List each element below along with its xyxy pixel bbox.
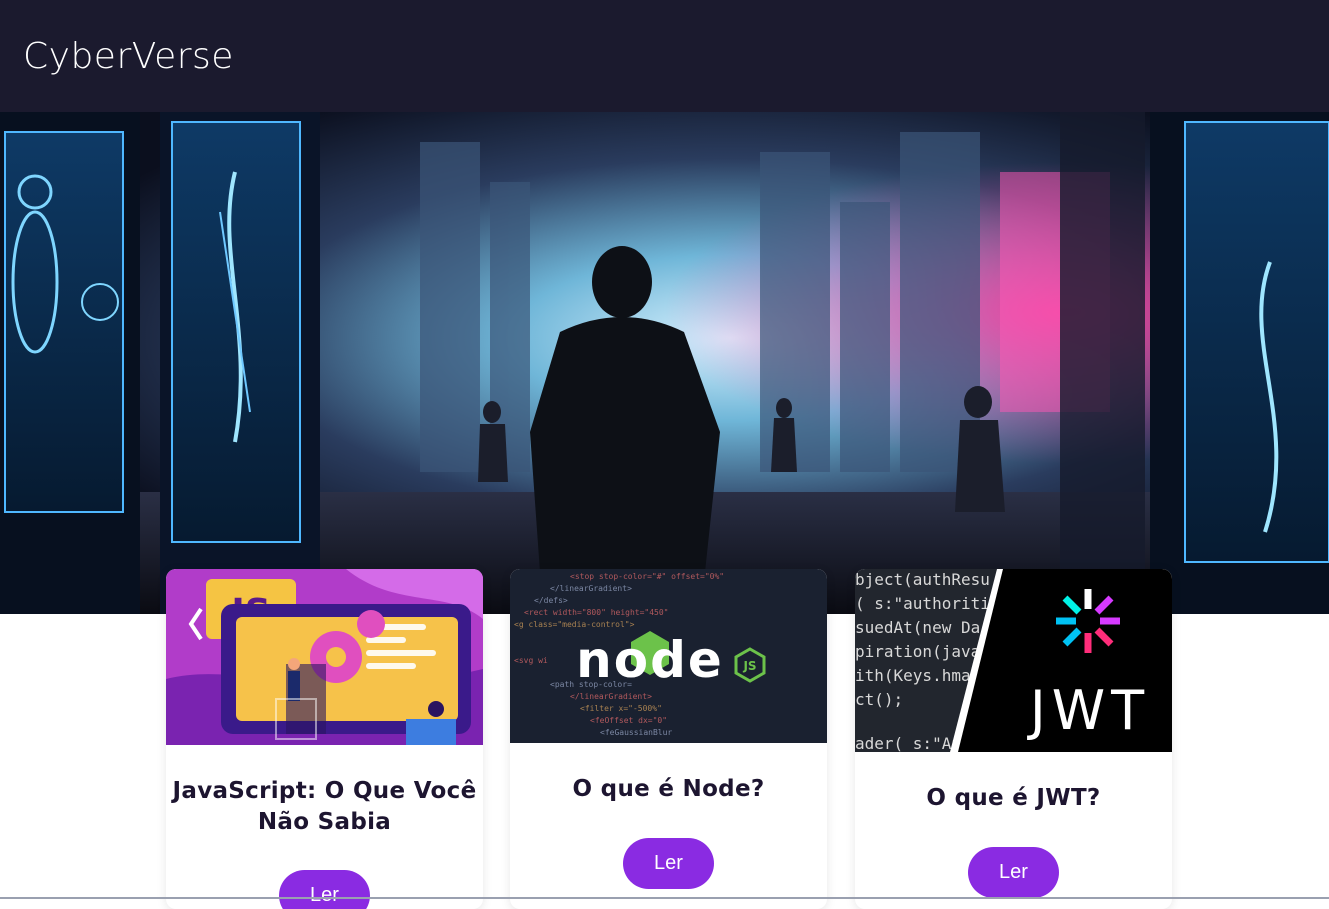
- cyberpunk-city-illustration: [0, 112, 1329, 614]
- svg-text:piration(java: piration(java: [855, 642, 980, 661]
- card-image-javascript: JS: [166, 569, 483, 745]
- svg-text:ader( s:"Au: ader( s:"Au: [855, 734, 961, 752]
- svg-text:bject(authResu: bject(authResu: [855, 570, 990, 589]
- svg-text:<feOffset dx="0": <feOffset dx="0": [590, 716, 667, 725]
- svg-text:( s:"authoriti: ( s:"authoriti: [855, 594, 990, 613]
- jwt-logo-image: bject(authResu ( s:"authoriti suedAt(new…: [855, 569, 1172, 752]
- post-card-node: <stop stop-color="#" offset="0%" </linea…: [510, 569, 827, 909]
- brand-logo-link[interactable]: CyberVerse: [23, 36, 234, 77]
- svg-text:</linearGradient>: </linearGradient>: [550, 584, 632, 593]
- hero-image: [0, 112, 1329, 614]
- svg-text:<feGaussianBlur: <feGaussianBlur: [600, 728, 672, 737]
- read-button[interactable]: Ler: [279, 870, 370, 909]
- svg-text:node: node: [576, 631, 724, 689]
- svg-text:ct();: ct();: [855, 690, 903, 709]
- svg-text:<svg wi: <svg wi: [514, 656, 548, 665]
- svg-text:<stop stop-color="#" offset="0: <stop stop-color="#" offset="0%": [570, 572, 724, 581]
- card-image-node: <stop stop-color="#" offset="0%" </linea…: [510, 569, 827, 743]
- read-button[interactable]: Ler: [623, 838, 714, 889]
- card-title: JavaScript: O Que Você Não Sabia: [172, 778, 477, 835]
- svg-text:<g class="media-control">: <g class="media-control">: [514, 620, 635, 629]
- svg-text:</linearGradient>: </linearGradient>: [570, 692, 652, 701]
- svg-text:ith(Keys.hma: ith(Keys.hma: [855, 666, 971, 685]
- nodejs-code-image: <stop stop-color="#" offset="0%" </linea…: [510, 569, 827, 743]
- post-card-javascript: JS JavaScript: O Que Você Não Sabia Ler: [166, 569, 483, 909]
- svg-text:JWT: JWT: [1027, 679, 1150, 742]
- read-button[interactable]: Ler: [968, 847, 1059, 898]
- navbar: CyberVerse: [0, 0, 1329, 112]
- svg-text:</defs>: </defs>: [534, 596, 568, 605]
- javascript-illustration: JS: [166, 569, 483, 745]
- card-title: O que é JWT?: [926, 785, 1101, 811]
- card-image-jwt: bject(authResu ( s:"authoriti suedAt(new…: [855, 569, 1172, 752]
- card-title: O que é Node?: [572, 776, 765, 802]
- svg-text:<rect width="800" height="450": <rect width="800" height="450": [524, 608, 669, 617]
- svg-text:suedAt(new Da: suedAt(new Da: [855, 618, 980, 637]
- post-card-jwt: bject(authResu ( s:"authoriti suedAt(new…: [855, 569, 1172, 909]
- svg-text:<filter x="-500%": <filter x="-500%": [580, 704, 662, 713]
- svg-text:JS: JS: [742, 659, 756, 673]
